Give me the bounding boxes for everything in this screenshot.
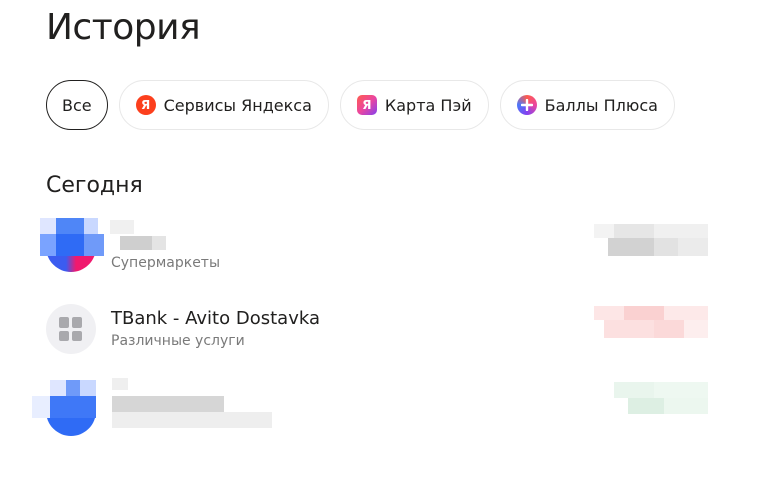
yandex-pay-card-icon: Я (356, 95, 377, 115)
filter-chip-label: Сервисы Яндекса (163, 95, 312, 115)
merchant-logo-icon (40, 218, 104, 272)
filter-chip-all[interactable]: Все (46, 80, 108, 130)
filter-chip-label: Все (62, 95, 92, 115)
transaction-row[interactable]: TBank - Avito Dostavka Различные услуги (46, 302, 708, 358)
yandex-icon: Я (135, 95, 156, 115)
filter-chip-pay-card[interactable]: Я Карта Пэй (339, 80, 489, 130)
transaction-amount-redacted (594, 382, 708, 414)
section-title-today: Сегодня (46, 173, 143, 198)
merchant-avatar (46, 304, 96, 354)
filter-chip-yandex-services[interactable]: Я Сервисы Яндекса (118, 80, 329, 130)
transaction-category: Супермаркеты (111, 255, 221, 271)
transaction-row[interactable] (32, 378, 708, 436)
merchant-logo-icon (32, 380, 96, 436)
transaction-row[interactable]: Супермаркеты (40, 218, 708, 276)
transaction-amount-redacted (594, 306, 708, 338)
filter-chip-plus-points[interactable]: Баллы Плюса (499, 80, 675, 130)
filter-chips: Все Я Сервисы Яндекса Я Карта Пэй Баллы … (46, 80, 675, 130)
transaction-amount-redacted (594, 224, 708, 256)
transaction-merchant-name: TBank - Avito Dostavka (111, 308, 320, 329)
filter-chip-label: Баллы Плюса (544, 95, 658, 115)
services-grid-icon (59, 317, 83, 341)
plus-points-icon (516, 95, 537, 115)
page-title: История (46, 7, 201, 48)
transaction-category: Различные услуги (111, 333, 245, 349)
filter-chip-label: Карта Пэй (384, 95, 472, 115)
